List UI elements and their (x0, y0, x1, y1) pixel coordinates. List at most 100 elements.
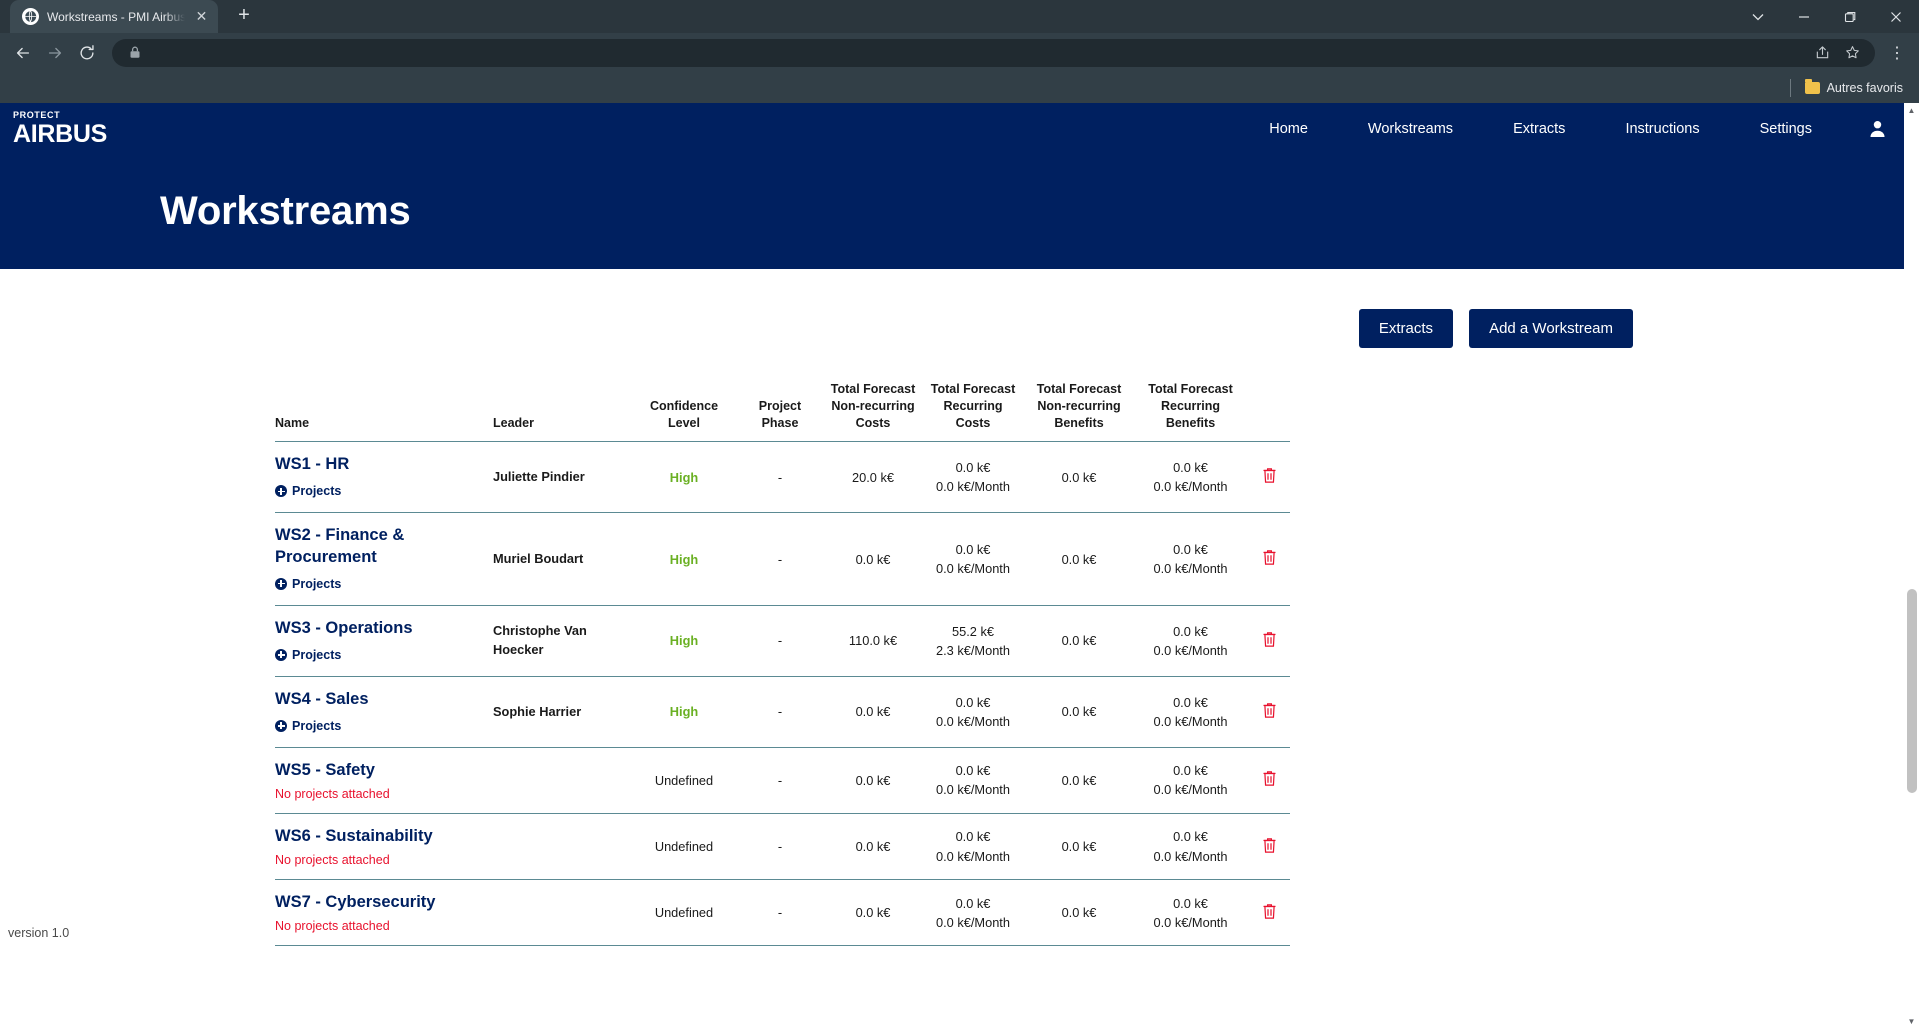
logo-airbus-text: AIRBUS (13, 119, 108, 148)
confidence-value: Undefined (654, 905, 714, 921)
cell-total-forecast-recurring-benefits: 0.0 k€ 0.0 k€/Month (1133, 676, 1248, 748)
cell-total-forecast-recurring-costs: 0.0 k€ 0.0 k€/Month (921, 747, 1025, 815)
line2: Phase (761, 416, 799, 431)
scrollbar-thumb[interactable] (1907, 589, 1917, 793)
projects-label: Projects (292, 484, 342, 499)
cell-total-forecast-nonrecurring-costs: 0.0 k€ (825, 676, 921, 748)
trash-icon[interactable] (1262, 549, 1277, 569)
cell-total-forecast-recurring-costs: 0.0 k€ 0.0 k€/Month (921, 879, 1025, 947)
cell-confidence: High (633, 512, 735, 606)
action-buttons: Extracts Add a Workstream (0, 269, 1919, 348)
sub-value: 0.0 k€/Month (1153, 782, 1228, 798)
cell-name: WS2 - Finance & Procurement Projects (275, 512, 493, 606)
col-header-total-forecast-recurring-benefits: Total Forecast Recurring Benefits (1133, 381, 1248, 443)
line2: Recurring (1160, 399, 1221, 414)
bookmarks-bar: Autres favoris (0, 72, 1919, 103)
workstream-name-link[interactable]: WS7 - Cybersecurity (275, 892, 493, 913)
workstreams-table: Name Leader Confidence Level Project Pha… (275, 381, 1290, 947)
cell-leader: Christophe Van Hoecker (493, 605, 633, 677)
nav-item-instructions[interactable]: Instructions (1595, 113, 1729, 145)
cell-name: WS4 - Sales Projects (275, 676, 493, 748)
nav-item-extracts[interactable]: Extracts (1483, 113, 1595, 145)
back-icon[interactable] (8, 38, 38, 68)
plus-circle-icon (275, 577, 287, 590)
extracts-button[interactable]: Extracts (1358, 309, 1454, 348)
cell-total-forecast-recurring-benefits: 0.0 k€ 0.0 k€/Month (1133, 813, 1248, 881)
tab-title: Workstreams - PMI Airbus Protect (47, 9, 185, 24)
cell-confidence: High (633, 676, 735, 748)
browser-menu-icon[interactable]: ⋮ (1883, 39, 1911, 67)
close-icon[interactable]: ✕ (193, 8, 210, 25)
nav-item-settings[interactable]: Settings (1730, 113, 1842, 145)
workstream-name-link[interactable]: WS5 - Safety (275, 760, 493, 781)
projects-toggle[interactable]: Projects (275, 577, 341, 591)
cell-project-phase: - (735, 879, 825, 947)
add-workstream-button[interactable]: Add a Workstream (1469, 309, 1633, 348)
projects-label: Projects (292, 576, 342, 591)
table-body: WS1 - HR Projects Juliette Pindier High -20.… (275, 441, 1290, 947)
cell-actions (1248, 441, 1290, 514)
cell-project-phase: - (735, 441, 825, 514)
projects-toggle[interactable]: Projects (275, 719, 341, 733)
cell-leader (493, 879, 633, 947)
cell-total-forecast-nonrecurring-costs: 110.0 k€ (825, 605, 921, 677)
airbus-protect-logo[interactable]: PROTECT AIRBUS (13, 110, 108, 148)
sub-value: 0.0 k€/Month (1153, 479, 1228, 495)
cell-leader: Sophie Harrier (493, 676, 633, 748)
cell-total-forecast-recurring-benefits: 0.0 k€ 0.0 k€/Month (1133, 747, 1248, 815)
workstream-name-link[interactable]: WS4 - Sales (275, 689, 493, 710)
workstream-name-link[interactable]: WS6 - Sustainability (275, 826, 493, 847)
cell-leader: Muriel Boudart (493, 512, 633, 606)
trash-icon[interactable] (1262, 903, 1277, 923)
trash-icon[interactable] (1262, 467, 1277, 487)
browser-tab[interactable]: Workstreams - PMI Airbus Protect ✕ (10, 0, 218, 33)
omnibox-actions (1809, 40, 1865, 66)
page-scrollbar[interactable]: ▲ ▼ (1904, 103, 1919, 1029)
share-icon[interactable] (1809, 40, 1835, 66)
nav-item-workstreams[interactable]: Workstreams (1338, 113, 1483, 145)
scroll-down-icon[interactable]: ▼ (1904, 1014, 1919, 1029)
plus-circle-icon (275, 485, 287, 498)
nav-item-home[interactable]: Home (1239, 113, 1338, 145)
col-header-total-forecast-nonrecurring-costs: Total Forecast Non-recurring Costs (825, 381, 921, 443)
cell-total-forecast-recurring-costs: 0.0 k€ 0.0 k€/Month (921, 813, 1025, 881)
cell-total-forecast-recurring-benefits: 0.0 k€ 0.0 k€/Month (1133, 441, 1248, 514)
cell-confidence: Undefined (633, 813, 735, 881)
cell-total-forecast-nonrecurring-costs: 0.0 k€ (825, 879, 921, 947)
workstream-name-link[interactable]: WS1 - HR (275, 454, 493, 475)
lock-icon (122, 40, 148, 66)
cell-name: WS1 - HR Projects (275, 441, 493, 514)
forward-icon[interactable] (40, 38, 70, 68)
projects-label: Projects (292, 647, 342, 662)
trash-icon[interactable] (1262, 631, 1277, 651)
no-projects-label: No projects attached (275, 853, 390, 868)
cell-total-forecast-nonrecurring-costs: 0.0 k€ (825, 512, 921, 606)
workstream-name-link[interactable]: WS2 - Finance & Procurement (275, 525, 493, 567)
cell-actions (1248, 879, 1290, 947)
cell-project-phase: - (735, 747, 825, 815)
reload-icon[interactable] (72, 38, 102, 68)
line1: Confidence (649, 399, 719, 414)
workstream-name-link[interactable]: WS3 - Operations (275, 618, 493, 639)
scroll-up-icon[interactable]: ▲ (1904, 103, 1919, 118)
bookmark-other-favorites[interactable]: Autres favoris (1799, 78, 1909, 97)
new-tab-button[interactable]: + (230, 2, 258, 30)
trash-icon[interactable] (1262, 837, 1277, 857)
projects-toggle[interactable]: Projects (275, 484, 341, 498)
nav-links: Home Workstreams Extracts Instructions S… (1239, 113, 1919, 145)
address-bar[interactable] (112, 38, 1875, 67)
cell-total-forecast-nonrecurring-benefits: 0.0 k€ (1025, 879, 1133, 947)
cell-total-forecast-nonrecurring-costs: 0.0 k€ (825, 813, 921, 881)
projects-toggle[interactable]: Projects (275, 648, 341, 662)
line2: Recurring (943, 399, 1003, 414)
trash-icon[interactable] (1262, 702, 1277, 722)
tab-search-icon[interactable] (1735, 0, 1781, 33)
url-input[interactable] (156, 45, 1801, 60)
maximize-icon[interactable] (1827, 0, 1873, 33)
star-icon[interactable] (1839, 40, 1865, 66)
table-row: WS3 - Operations Projects Christophe Van H… (275, 605, 1290, 677)
trash-icon[interactable] (1262, 770, 1277, 790)
sub-value: 0.0 k€/Month (936, 782, 1010, 798)
window-close-icon[interactable] (1873, 0, 1919, 33)
minimize-icon[interactable] (1781, 0, 1827, 33)
